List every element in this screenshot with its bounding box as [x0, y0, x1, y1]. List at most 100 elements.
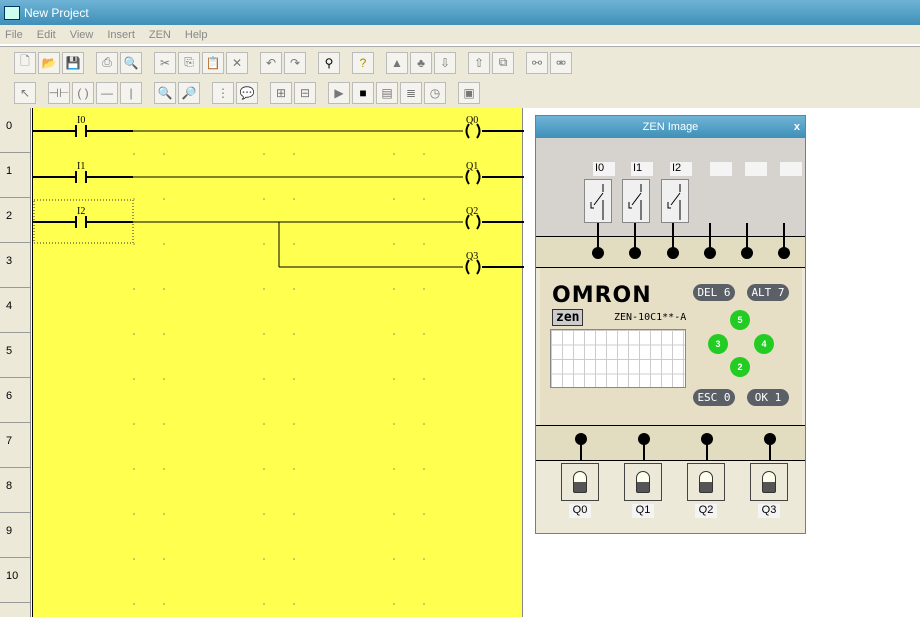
up-arrow-button[interactable]: 5 [730, 310, 750, 330]
horizontal-line-button[interactable]: — [96, 82, 118, 104]
save-button[interactable]: 💾 [62, 51, 84, 74]
terminal-dot [592, 247, 604, 259]
tool-b-button[interactable]: ⊟ [294, 82, 316, 104]
input-switch-i2[interactable] [661, 179, 689, 223]
row-number[interactable]: 1 [0, 153, 30, 198]
row-number[interactable]: 0 [0, 108, 30, 153]
undo-button[interactable]: ↶ [260, 51, 282, 74]
grid-dot [133, 603, 135, 605]
menu-insert[interactable]: Insert [107, 29, 135, 41]
transfer-1-icon: ⇩ [439, 55, 451, 70]
transfer-1-button[interactable]: ⇩ [434, 51, 456, 74]
input-label: I1 [631, 162, 653, 176]
tool-a-button[interactable]: ⊞ [270, 82, 292, 104]
esc-button[interactable]: ESC 0 [693, 389, 735, 406]
print-preview-button[interactable]: 🔍 [120, 51, 142, 74]
menu-file[interactable]: File [5, 29, 23, 41]
row-number[interactable]: 7 [0, 423, 30, 468]
mode-a-button[interactable]: ▲ [386, 51, 408, 74]
title-bar: New Project [0, 0, 920, 25]
print-button[interactable]: ⎙ [96, 51, 118, 74]
grid-button[interactable]: ⋮ [212, 82, 234, 104]
row-number[interactable]: 6 [0, 378, 30, 423]
copy-button[interactable]: ⎘ [178, 51, 200, 74]
find-button[interactable]: ⚲ [318, 51, 340, 74]
input-switch-i0[interactable] [584, 179, 612, 223]
zoom-out-button[interactable]: 🔍 [154, 82, 176, 104]
connect-button[interactable]: ⚯ [526, 51, 548, 74]
down-arrow-button[interactable]: 2 [730, 357, 750, 377]
menu-zen[interactable]: ZEN [149, 29, 171, 41]
tool-a-icon: ⊞ [275, 86, 287, 100]
timer-button[interactable]: ◷ [424, 82, 446, 104]
new-button[interactable]: 🗋 [14, 51, 36, 74]
left-arrow-button[interactable]: 3 [708, 334, 728, 354]
list-button[interactable]: ≣ [400, 82, 422, 104]
output-label: Q2 [695, 504, 717, 518]
row-numbers: 0 1 2 3 4 5 6 7 8 9 10 [0, 108, 31, 617]
print-preview-icon: 🔍 [123, 55, 139, 70]
paste-icon: 📋 [205, 55, 221, 70]
row-number[interactable]: 2 [0, 198, 30, 243]
grid-dot [393, 333, 395, 335]
save-icon: 💾 [65, 55, 81, 70]
run-icon: ▶ [334, 86, 344, 100]
right-arrow-button[interactable]: 4 [754, 334, 774, 354]
contact-button[interactable]: ⊣⊢ [48, 82, 70, 104]
transfer-2-button[interactable]: ⇧ [468, 51, 490, 74]
stop-button[interactable]: ■ [352, 82, 374, 104]
coil-button[interactable]: ( ) [72, 82, 94, 104]
help-icon: ? [359, 55, 367, 70]
app-icon [4, 5, 20, 20]
help-button[interactable]: ? [352, 51, 374, 74]
grid-dot [133, 513, 135, 515]
grid-dot [163, 243, 165, 245]
zen-image-button[interactable]: ▣ [458, 82, 480, 104]
menu-view[interactable]: View [70, 29, 94, 41]
input-label-empty [745, 162, 767, 176]
zoom-in-button[interactable]: 🔎 [178, 82, 200, 104]
connect-icon: ⚯ [531, 55, 543, 70]
print-icon: ⎙ [102, 55, 112, 69]
vertical-line-button[interactable]: | [120, 82, 142, 104]
menu-help[interactable]: Help [185, 29, 208, 41]
disconnect-button[interactable]: ⚮ [550, 51, 572, 74]
run-button[interactable]: ▶ [328, 82, 350, 104]
comment-button[interactable]: 💬 [236, 82, 258, 104]
undo-icon: ↶ [265, 55, 277, 70]
lamp-icon [573, 471, 587, 493]
row-number[interactable]: 9 [0, 513, 30, 558]
open-button[interactable]: 📂 [38, 51, 60, 74]
output-label: Q1 [632, 504, 654, 518]
cut-button[interactable]: ✂ [154, 51, 176, 74]
grid-dot [163, 288, 165, 290]
input-label: I2 [670, 162, 692, 176]
grid-dot [293, 423, 295, 425]
input-switch-i1[interactable] [622, 179, 650, 223]
paste-button[interactable]: 📋 [202, 51, 224, 74]
delete-button[interactable]: ✕ [226, 51, 248, 74]
menu-edit[interactable]: Edit [37, 29, 56, 41]
row-number[interactable]: 8 [0, 468, 30, 513]
grid-dot [263, 378, 265, 380]
output-label: Q3 [758, 504, 780, 518]
row-number[interactable]: 5 [0, 333, 30, 378]
redo-button[interactable]: ↷ [284, 51, 306, 74]
monitor-button[interactable]: ▤ [376, 82, 398, 104]
alt-button[interactable]: ALT 7 [747, 284, 789, 301]
compare-button[interactable]: ⧉ [492, 51, 514, 74]
ladder-diagram[interactable]: I0 I1 I2 Q0 Q1 Q2 Q3 [33, 108, 524, 617]
mode-b-button[interactable]: ♣ [410, 51, 432, 74]
grid-dot [423, 603, 425, 605]
ladder-editor[interactable]: I0 I1 I2 Q0 Q1 Q2 Q3 [32, 108, 524, 617]
ok-button[interactable]: OK 1 [747, 389, 789, 406]
grid-dot [423, 198, 425, 200]
row-number[interactable]: 10 [0, 558, 30, 603]
row-number[interactable]: 3 [0, 243, 30, 288]
grid-dot [423, 153, 425, 155]
del-button[interactable]: DEL 6 [693, 284, 735, 301]
grid-dot [293, 603, 295, 605]
select-button[interactable]: ↖ [14, 82, 36, 104]
grid-dot [263, 468, 265, 470]
row-number[interactable]: 4 [0, 288, 30, 333]
